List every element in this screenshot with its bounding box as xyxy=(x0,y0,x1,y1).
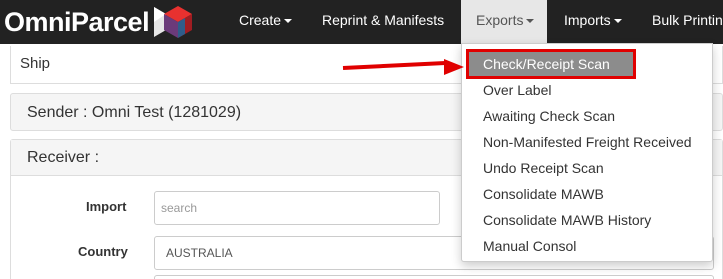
menu-item-check-receipt-scan[interactable]: Check/Receipt Scan xyxy=(466,49,636,79)
menu-item-consolidate-mawb-history[interactable]: Consolidate MAWB History xyxy=(483,212,651,228)
nav-exports-label: Exports xyxy=(476,12,524,28)
nav-bulk-printing[interactable]: Bulk Printin xyxy=(652,0,723,44)
menu-item-consolidate-mawb[interactable]: Consolidate MAWB xyxy=(483,186,604,202)
nav-bulk-label: Bulk Printin xyxy=(652,12,723,28)
play-cube-logo-icon xyxy=(154,6,193,38)
nav-imports[interactable]: Imports xyxy=(564,0,622,44)
country-label: Country xyxy=(78,244,128,259)
caret-down-icon xyxy=(284,19,293,24)
import-search-input[interactable] xyxy=(154,191,440,225)
nav-reprint-label: Reprint & Manifests xyxy=(322,12,445,28)
menu-item-manual-consol[interactable]: Manual Consol xyxy=(483,238,576,254)
menu-item-non-manifested-freight[interactable]: Non-Manifested Freight Received xyxy=(483,134,692,150)
menu-item-label: Check/Receipt Scan xyxy=(483,56,610,72)
menu-item-undo-receipt-scan[interactable]: Undo Receipt Scan xyxy=(483,160,604,176)
caret-down-icon xyxy=(526,19,535,24)
import-label: Import xyxy=(86,199,127,214)
caret-down-icon xyxy=(613,19,622,24)
nav-reprint-manifests[interactable]: Reprint & Manifests xyxy=(322,0,444,44)
nav-create-label: Create xyxy=(239,12,282,28)
menu-item-over-label[interactable]: Over Label xyxy=(483,82,551,98)
brand-logo[interactable]: OmniParcel xyxy=(4,3,196,41)
nav-imports-label: Imports xyxy=(564,12,611,28)
annotation-arrow-head-icon xyxy=(444,59,464,75)
sender-title: Sender : Omni Test (1281029) xyxy=(27,104,242,121)
ship-title: Ship xyxy=(20,55,51,72)
nav-exports[interactable]: Exports xyxy=(461,0,547,44)
receiver-title: Receiver : xyxy=(27,149,100,166)
brand-name: OmniParcel xyxy=(4,6,150,37)
nav-create[interactable]: Create xyxy=(239,0,293,44)
next-field[interactable] xyxy=(154,275,714,279)
exports-dropdown-menu: Check/Receipt Scan Over Label Awaiting C… xyxy=(461,43,713,262)
top-navbar: OmniParcel Create Reprint & Manifests Ex… xyxy=(0,0,723,44)
menu-item-awaiting-check-scan[interactable]: Awaiting Check Scan xyxy=(483,108,615,124)
